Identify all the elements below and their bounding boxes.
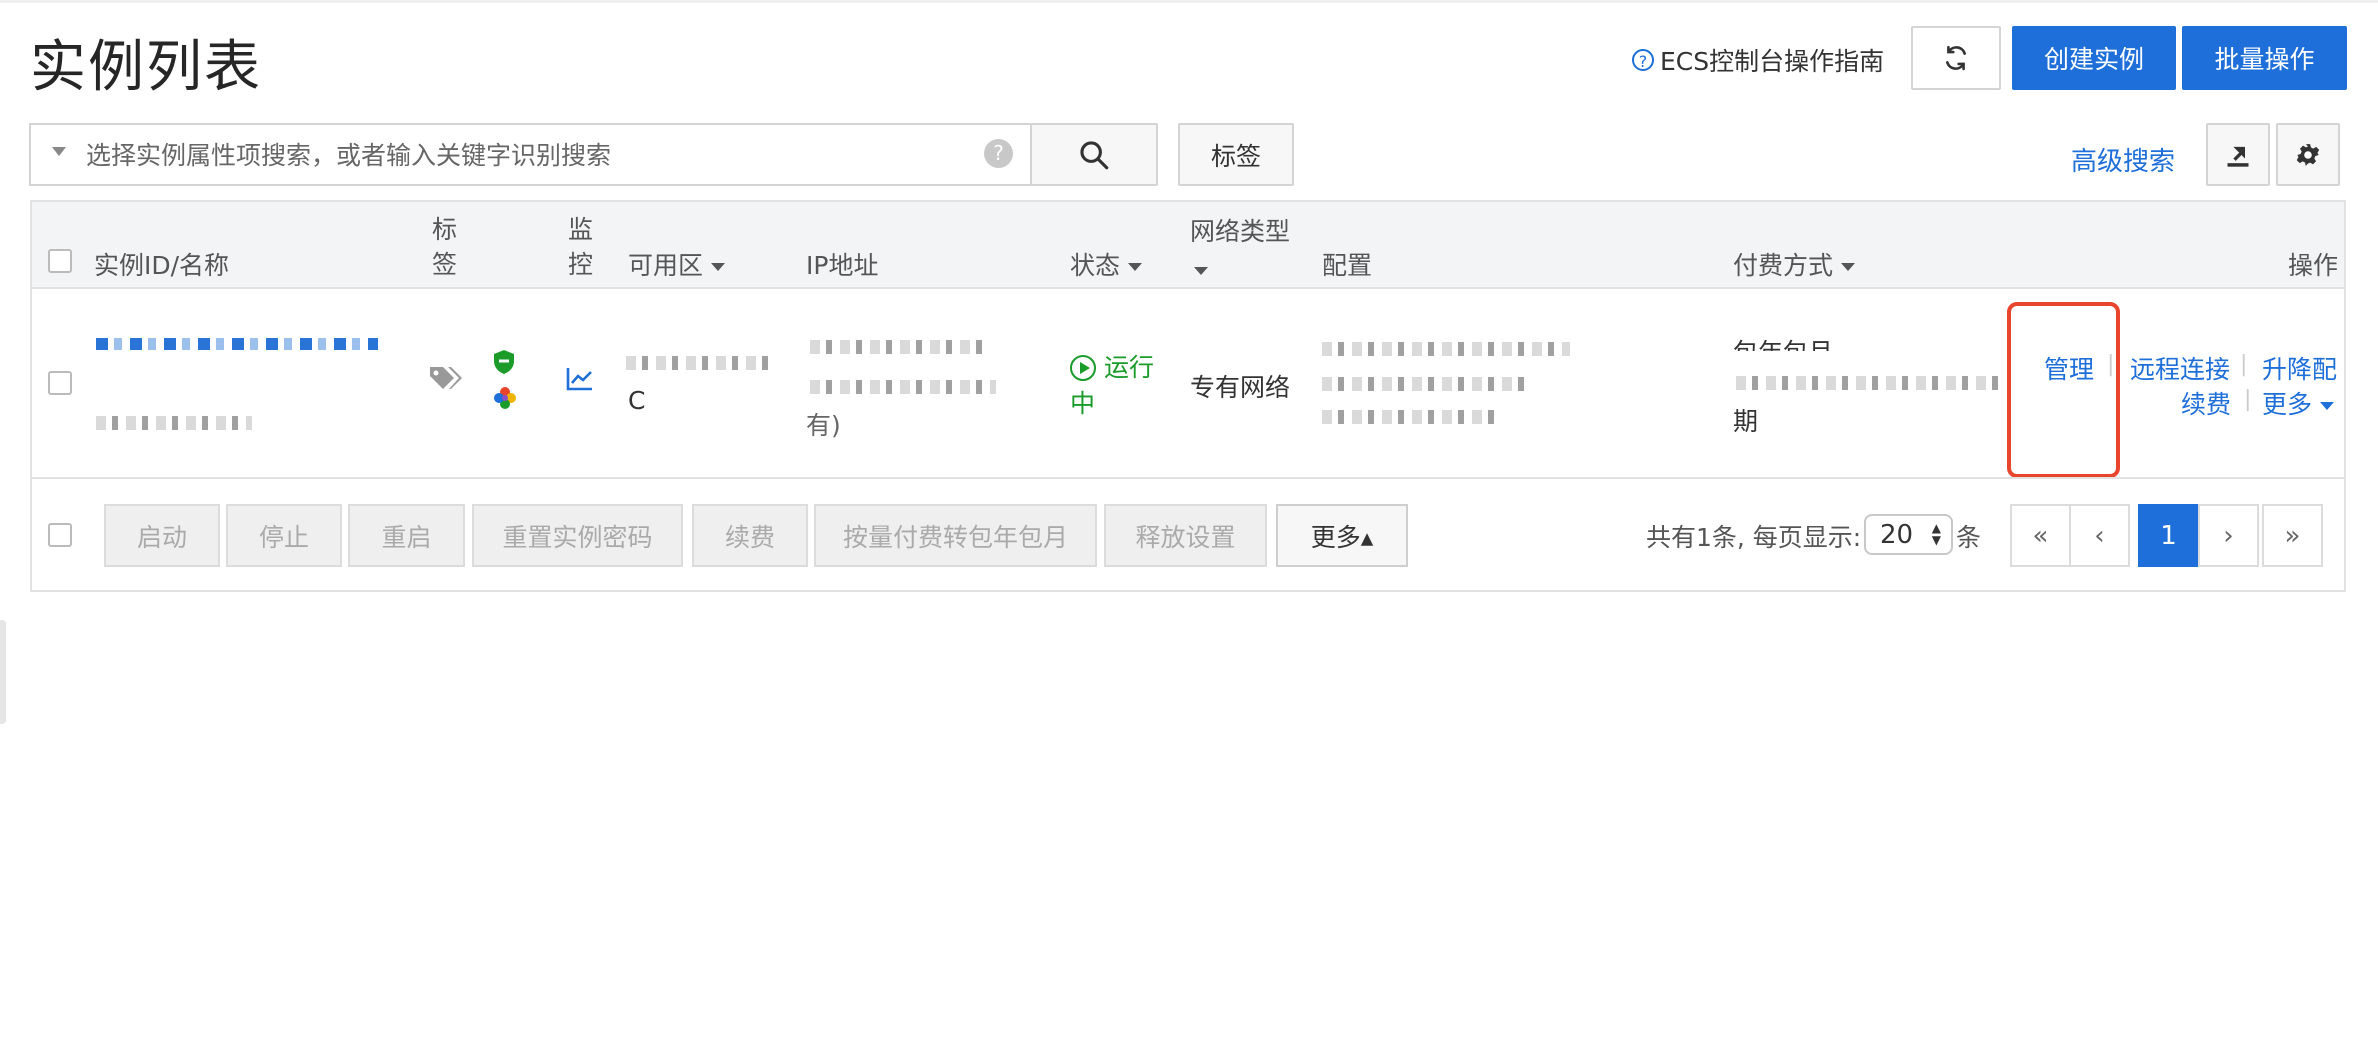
stop-button[interactable]: 停止 [226,504,342,567]
renew-link[interactable]: 续费 [2181,385,2231,421]
column-header-config: 配置 [1322,251,1373,280]
column-header-monitor: 监控 [568,215,594,279]
search-icon [1080,140,1109,169]
manage-highlight-box [2007,302,2120,478]
row-divider [32,477,2344,479]
instance-name [96,416,252,430]
config-masked-2 [1322,377,1532,391]
instance-id-link[interactable] [96,338,378,350]
page-1-button[interactable]: 1 [2138,504,2199,567]
renew-button[interactable]: 续费 [692,504,808,567]
config-masked-1 [1322,342,1570,356]
billing-masked [1736,376,2004,390]
row-checkbox[interactable] [48,371,72,395]
help-circle-icon: ? [1632,49,1654,71]
chevron-down-icon [1194,267,1208,275]
start-button[interactable]: 启动 [104,504,220,567]
search-help-icon[interactable]: ? [984,139,1013,168]
search-button[interactable] [1030,123,1158,186]
advanced-search-link[interactable]: 高级搜索 [2071,141,2175,178]
column-header-ip: IP地址 [806,251,879,280]
column-header-id: 实例ID/名称 [94,251,230,280]
page-size-unit: 条 [1956,523,1982,552]
action-separator: | [2240,352,2248,377]
column-header-zone[interactable]: 可用区 [628,246,726,282]
action-separator: | [2244,387,2252,412]
page-size-value: 20 [1880,519,1914,550]
ip-masked-2 [810,380,996,394]
footer-select-all-checkbox[interactable] [48,523,72,547]
restart-button[interactable]: 重启 [348,504,465,567]
first-page-button[interactable]: « [2010,504,2071,567]
prev-page-button[interactable]: ‹ [2069,504,2130,567]
config-masked-3 [1322,410,1498,424]
billing-type: 包年包月 [1733,333,1833,351]
console-guide-link[interactable]: ? ECS控制台操作指南 [1632,42,1884,78]
console-guide-label: ECS控制台操作指南 [1660,47,1885,76]
chevron-down-icon [711,263,726,271]
search-dropdown-caret-icon[interactable] [52,147,66,156]
column-header-status[interactable]: 状态 [1070,246,1143,282]
gear-icon [2296,143,2320,166]
billing-period-suffix: 期 [1733,407,1759,436]
monitor-chart-icon[interactable] [566,366,594,396]
security-shield-icon [492,349,516,379]
more-actions-link[interactable]: 更多 [2262,385,2335,421]
footer-more-button[interactable]: 更多▴ [1276,504,1408,567]
refresh-button[interactable] [1911,26,2001,90]
table-header [32,202,2344,289]
chevron-down-icon [2320,402,2335,410]
settings-button[interactable] [2276,123,2340,186]
column-header-network[interactable]: 网络类型 [1190,212,1290,277]
release-settings-button[interactable]: 释放设置 [1104,504,1267,567]
refresh-icon [1946,45,1966,71]
reset-password-button[interactable]: 重置实例密码 [472,504,683,567]
remote-connect-link[interactable]: 远程连接 [2130,350,2230,386]
status-running: 运行中 [1070,353,1154,418]
top-divider [0,0,2378,3]
network-type: 专有网络 [1190,373,1291,402]
search-input[interactable] [84,128,968,182]
export-icon [2227,146,2249,167]
column-header-tag: 标签 [432,215,458,279]
create-instance-button[interactable]: 创建实例 [2012,26,2176,90]
select-all-checkbox[interactable] [48,249,72,273]
page-title: 实例列表 [30,35,262,100]
play-circle-icon [1070,355,1096,381]
flower-app-icon [492,385,518,415]
ip-masked-1 [810,340,990,354]
page-size-select[interactable]: 20 ▲ ▼ [1864,514,1953,555]
stepper-arrows-icon: ▲ ▼ [1931,521,1941,547]
next-page-button[interactable]: › [2198,504,2259,567]
zone-suffix: C [628,386,646,415]
zone-masked [626,356,768,370]
chevron-down-icon [1128,263,1143,271]
column-header-billing[interactable]: 付费方式 [1733,246,1856,282]
export-button[interactable] [2206,123,2270,186]
upgrade-downgrade-link[interactable]: 升降配 [2262,350,2337,386]
last-page-button[interactable]: » [2262,504,2323,567]
sidebar-collapse-handle[interactable] [0,620,6,724]
pagination-summary: 共有1条, 每页显示: [1646,523,1862,552]
chevron-down-icon [1841,263,1856,271]
batch-operation-button[interactable]: 批量操作 [2182,26,2347,90]
convert-billing-button[interactable]: 按量付费转包年包月 [814,504,1097,567]
ip-suffix: 有) [806,411,841,440]
tag-icon[interactable] [428,365,462,397]
column-header-actions: 操作 [2288,251,2339,280]
tag-filter-button[interactable]: 标签 [1178,123,1294,186]
